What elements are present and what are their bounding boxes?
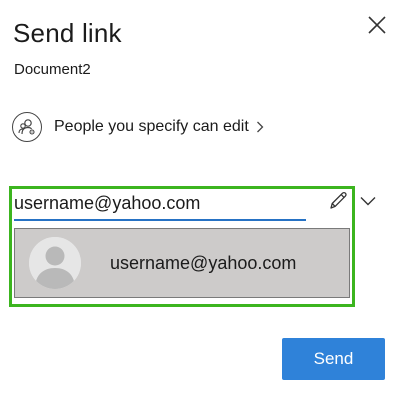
people-settings-icon	[12, 112, 42, 142]
recipient-email-input[interactable]	[14, 191, 306, 221]
permissions-label: People you specify can edit	[54, 118, 249, 135]
chevron-right-icon	[256, 121, 264, 133]
document-name: Document2	[14, 61, 91, 78]
chevron-down-icon[interactable]	[360, 196, 376, 206]
pencil-icon[interactable]	[327, 190, 349, 212]
recipient-suggestion-item[interactable]: username@yahoo.com	[14, 228, 350, 298]
close-icon[interactable]	[366, 14, 388, 36]
dialog-title: Send link	[13, 18, 122, 48]
suggestion-email: username@yahoo.com	[110, 252, 297, 273]
permissions-settings-link[interactable]: People you specify can edit	[12, 112, 264, 142]
person-placeholder-icon	[29, 237, 81, 289]
send-button[interactable]: Send	[282, 338, 385, 380]
